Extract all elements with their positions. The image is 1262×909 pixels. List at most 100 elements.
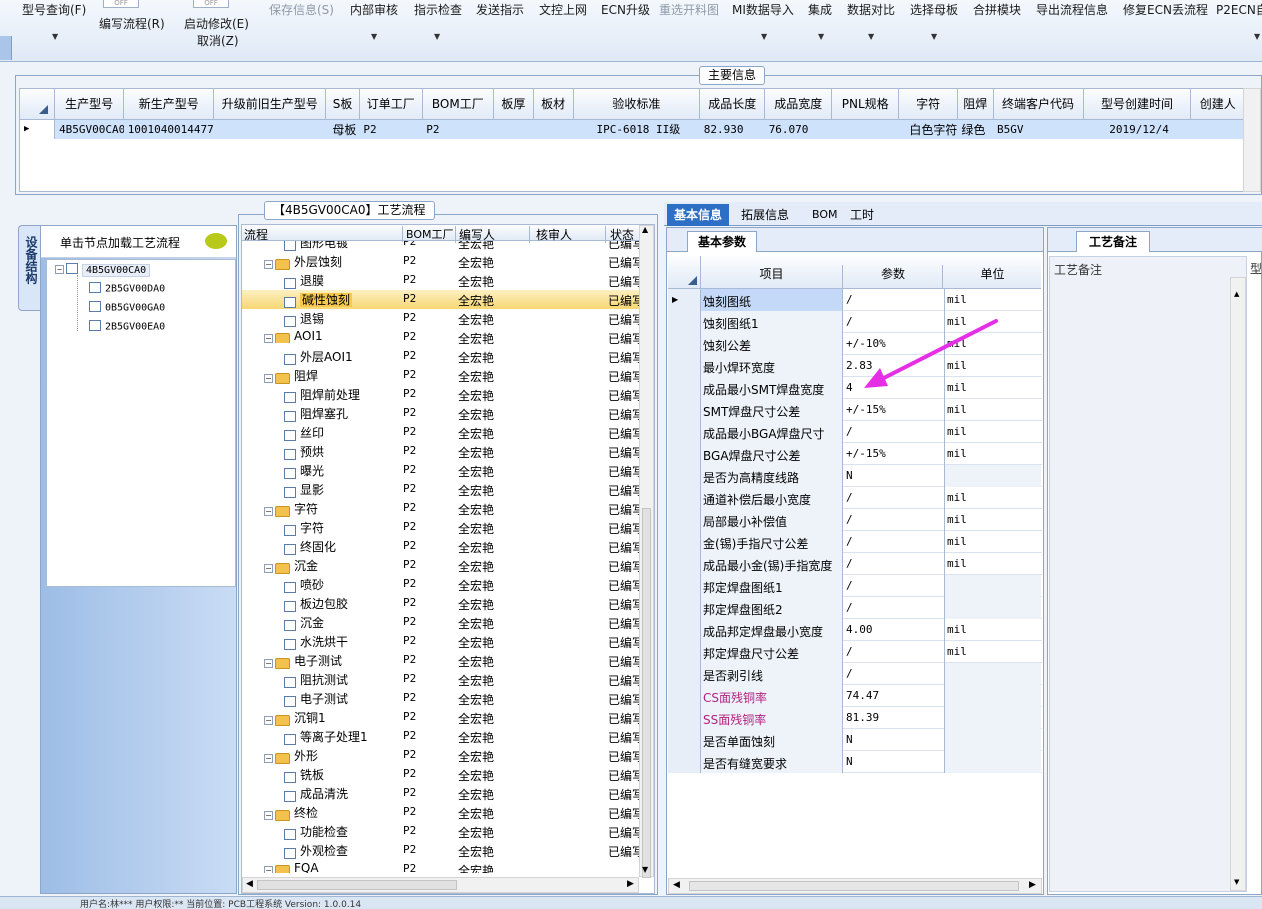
scroll-left-icon[interactable]: ◀ bbox=[673, 880, 680, 890]
param-row[interactable]: 成品邦定焊盘最小宽度 4.00 mil bbox=[668, 619, 1042, 641]
param-value-field[interactable]: / bbox=[846, 557, 853, 570]
col-header[interactable]: 型号创建时间 bbox=[1083, 89, 1192, 120]
param-value-field[interactable]: / bbox=[846, 601, 853, 614]
col-header[interactable]: 创建人 bbox=[1190, 89, 1243, 120]
row-indicator[interactable] bbox=[668, 399, 701, 421]
flow-writer-cell[interactable]: 全宏艳 bbox=[458, 672, 494, 689]
table-cell[interactable]: IPC-6018 II级 bbox=[573, 119, 700, 139]
collapse-icon[interactable]: − bbox=[264, 866, 273, 873]
flow-row[interactable]: − AOI1 P2 全宏艳 已编写 bbox=[242, 328, 640, 347]
table-cell[interactable]: 82.930 bbox=[700, 119, 765, 139]
flow-status-cell[interactable]: 已编写 bbox=[608, 254, 640, 271]
flow-bom-cell[interactable]: P2 bbox=[403, 444, 416, 457]
row-indicator[interactable] bbox=[668, 487, 701, 509]
flow-row[interactable]: − 沉铜1 P2 全宏艳 已编写 bbox=[242, 708, 640, 727]
flow-row[interactable]: − 外层蚀刻 P2 全宏艳 已编写 bbox=[242, 252, 640, 271]
flow-vertical-scrollbar[interactable]: ▲ ▼ bbox=[639, 225, 654, 878]
flow-status-cell[interactable]: 已编写 bbox=[608, 634, 640, 651]
flow-row[interactable]: 外观检查 P2 全宏艳 已编写 bbox=[242, 841, 640, 860]
row-indicator[interactable] bbox=[668, 553, 701, 575]
col-header[interactable]: 生产型号 bbox=[54, 89, 125, 120]
param-value-field[interactable]: +/-15% bbox=[846, 403, 886, 416]
flow-bom-cell[interactable]: P2 bbox=[403, 672, 416, 685]
tab-basic-info[interactable]: 基本信息 bbox=[667, 204, 730, 226]
flow-row[interactable]: − 终检 P2 全宏艳 已编写 bbox=[242, 803, 640, 822]
flow-bom-cell[interactable]: P2 bbox=[403, 520, 416, 533]
param-value-field[interactable]: / bbox=[846, 535, 853, 548]
flow-status-cell[interactable]: 已编写 bbox=[608, 482, 640, 499]
doc-online-button[interactable]: 文控上网 bbox=[539, 1, 587, 18]
param-row[interactable]: BGA焊盘尺寸公差 +/-15% mil bbox=[668, 443, 1042, 465]
flow-writer-cell[interactable]: 全宏艳 bbox=[458, 710, 494, 727]
model-query-button[interactable]: 型号查询(F) bbox=[22, 1, 86, 18]
flow-status-cell[interactable]: 已编写 bbox=[608, 463, 640, 480]
flow-status-cell[interactable]: 已编写 bbox=[608, 824, 640, 841]
flow-writer-cell[interactable]: 全宏艳 bbox=[458, 843, 494, 860]
p2ecn-button[interactable]: P2ECN自 bbox=[1216, 1, 1262, 18]
row-indicator[interactable] bbox=[668, 311, 701, 333]
param-value-field[interactable]: N bbox=[846, 733, 853, 746]
table-cell[interactable]: 10010400144779 bbox=[124, 119, 214, 139]
export-flow-button[interactable]: 导出流程信息 bbox=[1036, 1, 1108, 18]
col-header[interactable]: S板 bbox=[325, 89, 360, 120]
flow-bom-cell[interactable]: P2 bbox=[403, 691, 416, 704]
select-mother-board-button[interactable]: 选择母板 bbox=[910, 1, 958, 18]
param-row[interactable]: 成品最小金(锡)手指宽度 / mil bbox=[668, 553, 1042, 575]
flow-bom-cell[interactable]: P2 bbox=[403, 843, 416, 856]
scrollbar-thumb[interactable] bbox=[257, 880, 457, 890]
chevron-down-icon[interactable]: ▼ bbox=[931, 32, 937, 41]
flow-status-cell[interactable]: 已编写 bbox=[608, 387, 640, 404]
collapse-icon[interactable]: − bbox=[264, 334, 273, 343]
col-header[interactable]: 验收标准 bbox=[573, 89, 701, 120]
param-value-field[interactable]: 81.39 bbox=[846, 711, 879, 724]
flow-row[interactable]: − 字符 P2 全宏艳 已编写 bbox=[242, 499, 640, 518]
flow-bom-cell[interactable]: P2 bbox=[403, 501, 416, 514]
param-row[interactable]: 通道补偿后最小宽度 / mil bbox=[668, 487, 1042, 509]
flow-writer-cell[interactable]: 全宏艳 bbox=[458, 501, 494, 518]
flow-status-cell[interactable]: 已编写 bbox=[608, 672, 640, 689]
table-cell[interactable]: 白色字符 bbox=[899, 119, 957, 139]
flow-row[interactable]: 阻焊塞孔 P2 全宏艳 已编写 bbox=[242, 404, 640, 423]
chevron-down-icon[interactable]: ▼ bbox=[52, 32, 58, 41]
speech-bubble-icon[interactable] bbox=[205, 233, 227, 249]
table-cell[interactable]: 4B5GV00CA0 bbox=[55, 119, 124, 139]
flow-writer-cell[interactable]: 全宏艳 bbox=[458, 425, 494, 442]
param-value-field[interactable]: +/-15% bbox=[846, 447, 886, 460]
flow-bom-cell[interactable]: P2 bbox=[403, 824, 416, 837]
params-horizontal-scrollbar[interactable]: ◀ ▶ bbox=[668, 878, 1042, 894]
flow-writer-cell[interactable]: 全宏艳 bbox=[458, 241, 494, 252]
flow-row[interactable]: − 沉金 P2 全宏艳 已编写 bbox=[242, 556, 640, 575]
flow-status-cell[interactable]: 已编写 bbox=[608, 349, 640, 366]
flow-bom-cell[interactable]: P2 bbox=[403, 558, 416, 571]
flow-status-cell[interactable]: 已编写 bbox=[608, 368, 640, 385]
param-value-field[interactable]: N bbox=[846, 469, 853, 482]
flow-writer-cell[interactable]: 全宏艳 bbox=[458, 862, 494, 873]
flow-row[interactable]: 沉金 P2 全宏艳 已编写 bbox=[242, 613, 640, 632]
row-indicator[interactable] bbox=[668, 575, 701, 597]
flow-bom-cell[interactable]: P2 bbox=[403, 425, 416, 438]
flow-row[interactable]: 外层AOI1 P2 全宏艳 已编写 bbox=[242, 347, 640, 366]
table-row[interactable]: ▶ 4B5GV00CA0 10010400144779 母板 P2 P2 IPC… bbox=[20, 119, 1243, 139]
flow-writer-cell[interactable]: 全宏艳 bbox=[458, 729, 494, 746]
col-header[interactable]: BOM工厂 bbox=[422, 89, 494, 120]
flow-status-cell[interactable]: 已编写 bbox=[608, 596, 640, 613]
flow-writer-cell[interactable]: 全宏艳 bbox=[458, 292, 494, 309]
flow-row[interactable]: 图形电镀 P2 全宏艳 已编写 bbox=[242, 241, 640, 252]
basic-params-tab[interactable]: 基本参数 bbox=[687, 231, 758, 252]
tree-child-node[interactable]: 2B5GV00DA0 bbox=[89, 282, 165, 295]
flow-writer-cell[interactable]: 全宏艳 bbox=[458, 558, 494, 575]
flow-status-cell[interactable]: 已编写 bbox=[608, 425, 640, 442]
scroll-down-icon[interactable]: ▼ bbox=[1234, 878, 1239, 886]
flow-writer-cell[interactable]: 全宏艳 bbox=[458, 786, 494, 803]
param-value-field[interactable]: N bbox=[846, 755, 853, 768]
data-compare-button[interactable]: 数据对比 bbox=[847, 1, 895, 18]
row-indicator[interactable] bbox=[668, 685, 701, 707]
row-indicator[interactable] bbox=[668, 421, 701, 443]
send-instruction-button[interactable]: 发送指示 bbox=[476, 1, 524, 18]
save-info-button[interactable]: 保存信息(S) bbox=[269, 1, 334, 18]
row-indicator[interactable] bbox=[668, 443, 701, 465]
row-indicator[interactable] bbox=[668, 751, 701, 773]
flow-status-cell[interactable]: 已编写 bbox=[608, 311, 640, 328]
flow-row[interactable]: 板边包胶 P2 全宏艳 已编写 bbox=[242, 594, 640, 613]
ecn-upgrade-button[interactable]: ECN升级 bbox=[601, 1, 650, 18]
